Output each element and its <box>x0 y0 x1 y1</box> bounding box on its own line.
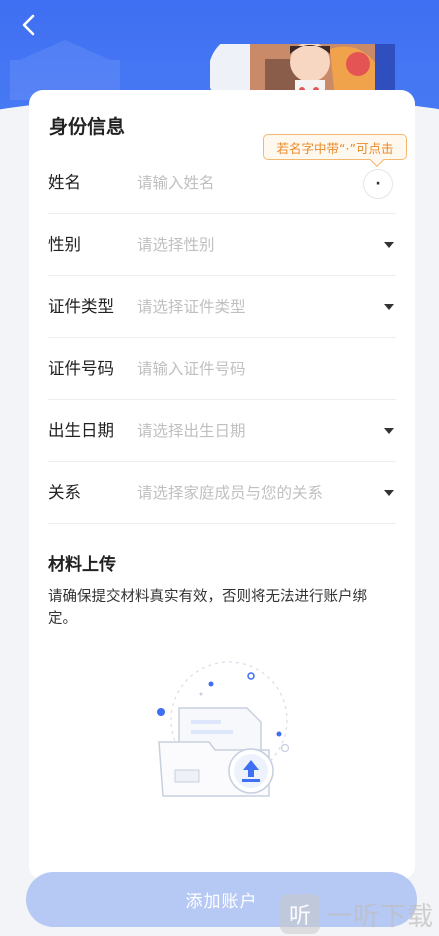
caret-down-icon <box>384 428 394 434</box>
id-type-select[interactable]: 请选择证件类型 <box>137 276 246 338</box>
id-type-label: 证件类型 <box>48 297 114 316</box>
upload-illustration[interactable] <box>149 650 309 805</box>
insert-dot-button[interactable]: · <box>363 169 393 199</box>
caret-down-icon <box>384 242 394 248</box>
caret-down-icon <box>384 304 394 310</box>
back-button[interactable] <box>14 10 44 40</box>
watermark-logo: 听 <box>280 894 320 934</box>
birth-date-label: 出生日期 <box>48 421 114 440</box>
id-number-input[interactable]: 请输入证件号码 <box>137 338 246 400</box>
watermark-text: 一听下载 <box>326 901 435 932</box>
relation-select[interactable]: 请选择家庭成员与您的关系 <box>137 462 323 524</box>
id-number-row[interactable]: 证件号码 请输入证件号码 <box>48 338 396 400</box>
form-card: 身份信息 若名字中带“·”可点击 姓名 请输入姓名 · 性别 请选择性别 证件类… <box>29 90 415 880</box>
gender-select[interactable]: 请选择性别 <box>137 214 215 276</box>
id-type-row[interactable]: 证件类型 请选择证件类型 <box>48 276 396 338</box>
name-row[interactable]: 姓名 请输入姓名 · <box>48 152 396 214</box>
relation-label: 关系 <box>48 483 81 502</box>
watermark: 听 一听下载 <box>280 892 439 936</box>
birth-date-row[interactable]: 出生日期 请选择出生日期 <box>48 400 396 462</box>
gender-row[interactable]: 性别 请选择性别 <box>48 214 396 276</box>
caret-down-icon <box>384 490 394 496</box>
chevron-left-icon <box>22 14 35 36</box>
id-number-label: 证件号码 <box>48 359 114 378</box>
identity-section-title: 身份信息 <box>49 116 126 138</box>
upload-section-title: 材料上传 <box>48 555 116 575</box>
name-input[interactable]: 请输入姓名 <box>137 152 215 214</box>
gender-label: 性别 <box>48 235 81 254</box>
relation-row[interactable]: 关系 请选择家庭成员与您的关系 <box>48 462 396 524</box>
birth-date-select[interactable]: 请选择出生日期 <box>137 400 246 462</box>
upload-description: 请确保提交材料真实有效，否则将无法进行账户绑定。 <box>48 589 367 627</box>
name-label: 姓名 <box>48 173 81 192</box>
